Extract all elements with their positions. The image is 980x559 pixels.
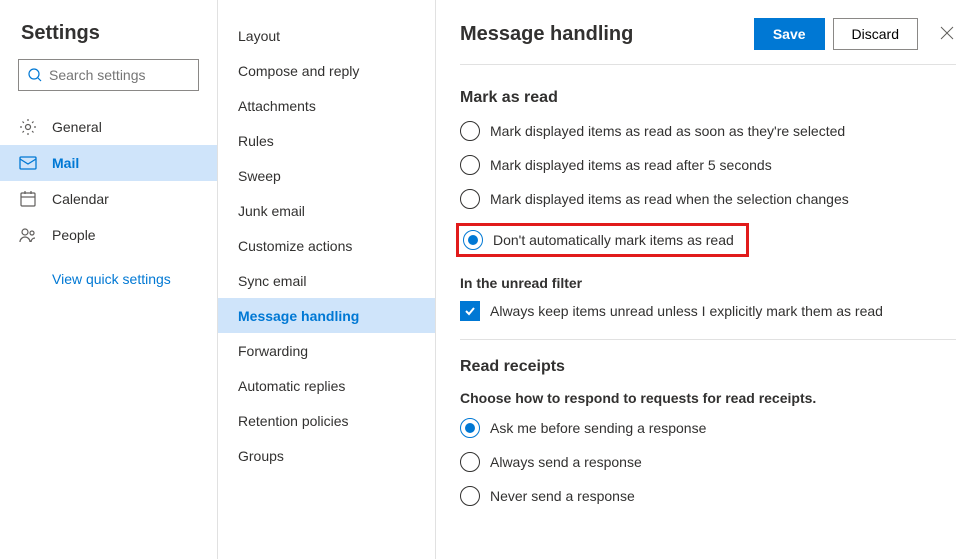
subnav-attachments[interactable]: Attachments [218, 88, 435, 123]
subnav-retention-policies[interactable]: Retention policies [218, 403, 435, 438]
subnav-automatic-replies[interactable]: Automatic replies [218, 368, 435, 403]
people-icon [18, 227, 38, 243]
nav-label: People [52, 227, 96, 243]
unread-filter-heading: In the unread filter [460, 275, 956, 291]
mark-read-option-5sec[interactable]: Mark displayed items as read after 5 sec… [460, 155, 956, 175]
close-icon[interactable] [940, 26, 956, 43]
nav-people[interactable]: People [0, 217, 217, 253]
mail-icon [18, 156, 38, 170]
mark-read-option-selection-change[interactable]: Mark displayed items as read when the se… [460, 189, 956, 209]
nav-label: Mail [52, 155, 79, 171]
radio-icon [460, 452, 480, 472]
unread-filter-checkbox-row[interactable]: Always keep items unread unless I explic… [460, 301, 956, 321]
settings-nav-panel: Settings General Mail Calendar People Vi… [0, 0, 218, 559]
subnav-rules[interactable]: Rules [218, 123, 435, 158]
save-button[interactable]: Save [754, 18, 825, 50]
receipt-option-never[interactable]: Never send a response [460, 486, 956, 506]
nav-general[interactable]: General [0, 109, 217, 145]
view-quick-settings-link[interactable]: View quick settings [0, 253, 217, 287]
mark-read-option-selected[interactable]: Mark displayed items as read as soon as … [460, 121, 956, 141]
subnav-compose-reply[interactable]: Compose and reply [218, 53, 435, 88]
option-label: Ask me before sending a response [490, 420, 706, 436]
subnav-groups[interactable]: Groups [218, 438, 435, 473]
nav-mail[interactable]: Mail [0, 145, 217, 181]
option-label: Don't automatically mark items as read [493, 232, 734, 248]
mail-subnav-panel: Layout Compose and reply Attachments Rul… [218, 0, 436, 559]
option-label: Mark displayed items as read when the se… [490, 191, 849, 207]
nav-label: General [52, 119, 102, 135]
read-receipts-heading: Read receipts [460, 358, 956, 376]
highlighted-option-box: Don't automatically mark items as read [456, 223, 749, 257]
radio-icon [460, 486, 480, 506]
option-label: Never send a response [490, 488, 635, 504]
nav-calendar[interactable]: Calendar [0, 181, 217, 217]
checkbox-checked-icon [460, 301, 480, 321]
radio-icon-selected [460, 418, 480, 438]
receipt-option-always[interactable]: Always send a response [460, 452, 956, 472]
search-settings-box[interactable] [18, 59, 199, 91]
calendar-icon [18, 190, 38, 208]
subnav-layout[interactable]: Layout [218, 18, 435, 53]
mark-read-option-dont-auto[interactable]: Don't automatically mark items as read [463, 230, 734, 250]
option-label: Mark displayed items as read as soon as … [490, 123, 845, 139]
subnav-sync-email[interactable]: Sync email [218, 263, 435, 298]
subnav-customize-actions[interactable]: Customize actions [218, 228, 435, 263]
radio-icon-selected [463, 230, 483, 250]
mark-as-read-heading: Mark as read [460, 89, 956, 107]
option-label: Mark displayed items as read after 5 sec… [490, 157, 772, 173]
radio-icon [460, 121, 480, 141]
content-panel: Message handling Save Discard Mark as re… [436, 0, 980, 559]
nav-label: Calendar [52, 191, 109, 207]
section-divider [460, 339, 956, 340]
radio-icon [460, 155, 480, 175]
search-icon [27, 67, 43, 83]
subnav-message-handling[interactable]: Message handling [218, 298, 435, 333]
gear-icon [18, 118, 38, 136]
subnav-sweep[interactable]: Sweep [218, 158, 435, 193]
read-receipts-desc: Choose how to respond to requests for re… [460, 390, 956, 406]
option-label: Always keep items unread unless I explic… [490, 303, 883, 319]
option-label: Always send a response [490, 454, 642, 470]
receipt-option-ask[interactable]: Ask me before sending a response [460, 418, 956, 438]
radio-icon [460, 189, 480, 209]
subnav-junk-email[interactable]: Junk email [218, 193, 435, 228]
search-input[interactable] [49, 67, 190, 83]
discard-button[interactable]: Discard [833, 18, 918, 50]
settings-title: Settings [0, 0, 217, 59]
subnav-forwarding[interactable]: Forwarding [218, 333, 435, 368]
page-title: Message handling [460, 23, 746, 46]
